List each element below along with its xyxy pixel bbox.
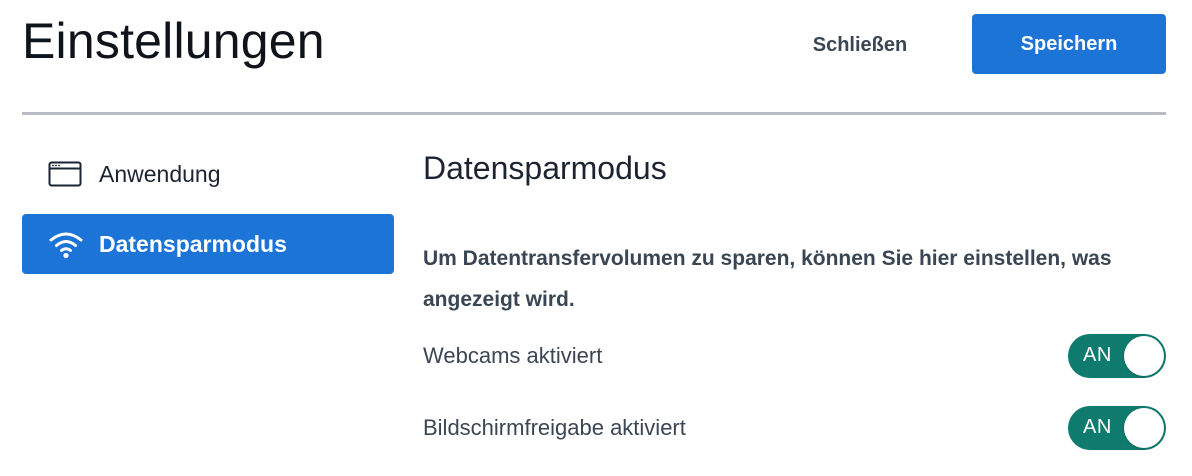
setting-label: Webcams aktiviert <box>423 343 603 368</box>
setting-row-screenshare: Bildschirmfreigabe aktiviert AN <box>423 406 1166 450</box>
settings-content: Datensparmodus Um Datentransfervolumen z… <box>423 150 1166 450</box>
settings-header: Einstellungen Schließen Speichern <box>22 0 1166 114</box>
sidebar-item-label: Anwendung <box>99 160 221 187</box>
toggle-knob <box>1124 408 1164 448</box>
section-title: Datensparmodus <box>423 150 667 186</box>
section-description: Um Datentransfervolumen zu sparen, könne… <box>423 247 1112 311</box>
screenshare-toggle[interactable]: AN <box>1068 406 1166 450</box>
sidebar-item-label: Datensparmodus <box>99 230 287 257</box>
close-button[interactable]: Schließen <box>798 25 922 65</box>
toggle-state-text: AN <box>1083 344 1112 366</box>
webcams-toggle[interactable]: AN <box>1068 334 1166 378</box>
sidebar-item-application[interactable]: Anwendung <box>22 144 394 204</box>
save-button[interactable]: Speichern <box>972 14 1166 74</box>
toggle-knob <box>1124 336 1164 376</box>
wifi-icon <box>48 228 88 260</box>
sidebar-item-data-saving[interactable]: Datensparmodus <box>22 214 394 274</box>
application-window-icon <box>48 158 88 190</box>
page-title: Einstellungen <box>22 13 325 69</box>
header-divider <box>22 112 1166 115</box>
toggle-state-text: AN <box>1083 416 1112 438</box>
settings-sidebar: Anwendung Datensparmodus <box>22 144 394 284</box>
setting-row-webcams: Webcams aktiviert AN <box>423 334 1166 378</box>
setting-label: Bildschirmfreigabe aktiviert <box>423 415 686 440</box>
